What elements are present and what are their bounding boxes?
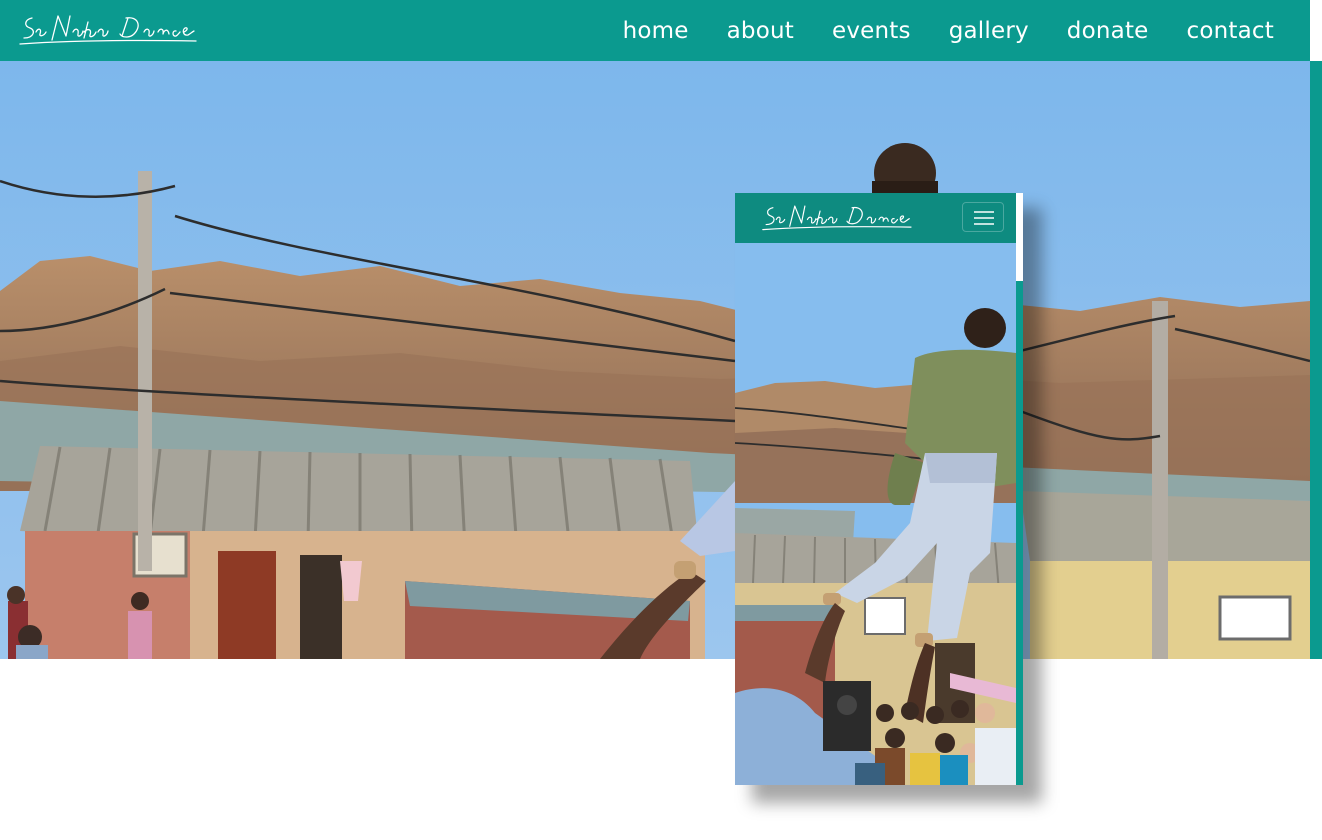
nav-home[interactable]: home: [623, 18, 689, 44]
page-scrollbar[interactable]: [1310, 61, 1322, 659]
nav-contact[interactable]: contact: [1187, 18, 1274, 44]
hero-image: [0, 61, 1310, 659]
nav-gallery[interactable]: gallery: [949, 18, 1029, 44]
nav-donate[interactable]: donate: [1067, 18, 1149, 44]
nav-events[interactable]: events: [832, 18, 911, 44]
main-nav: home about events gallery donate contact: [623, 0, 1274, 61]
mobile-header: [735, 193, 1016, 243]
mobile-preview-frame: [735, 193, 1023, 785]
mobile-hero-image: [735, 243, 1016, 785]
mobile-brand-logo[interactable]: [759, 201, 919, 233]
brand-logo[interactable]: [18, 10, 203, 48]
mobile-scrollbar-track: [1016, 193, 1023, 281]
site-header: home about events gallery donate contact: [0, 0, 1310, 61]
mobile-scrollbar[interactable]: [1016, 281, 1023, 785]
nav-about[interactable]: about: [727, 18, 794, 44]
hamburger-menu-icon[interactable]: [962, 202, 1004, 232]
